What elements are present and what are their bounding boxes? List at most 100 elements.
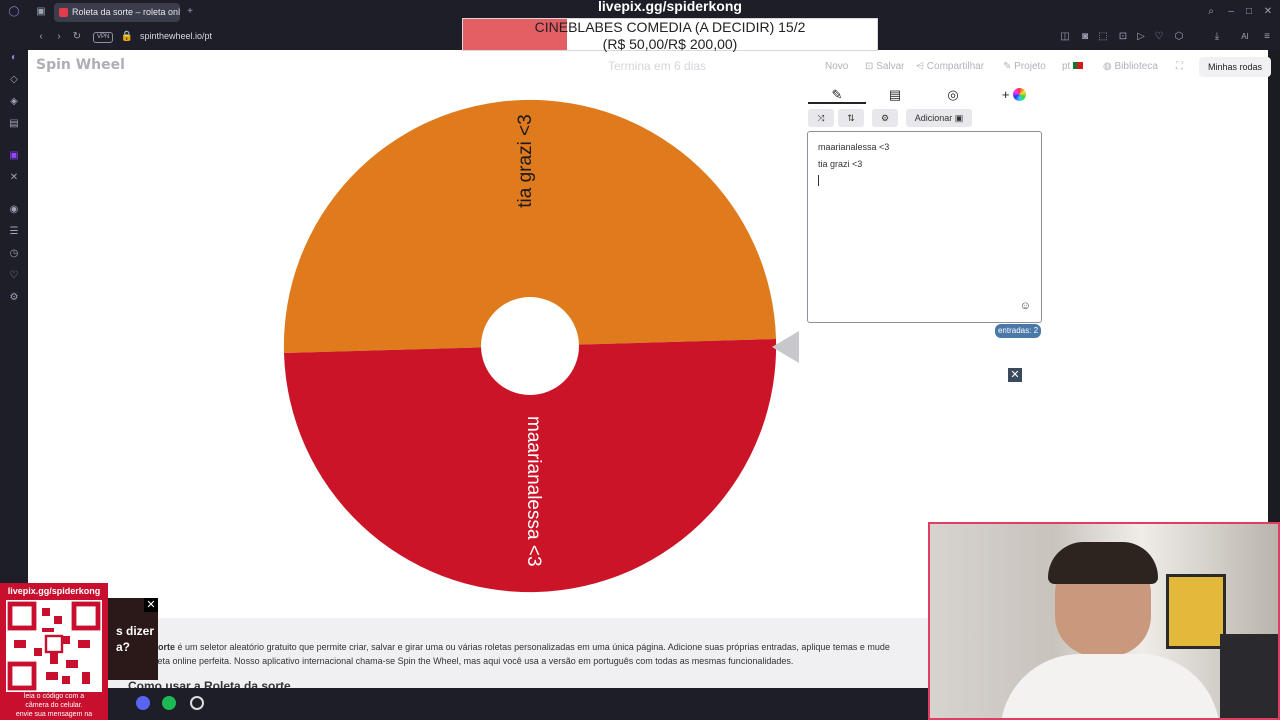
description-line-2: a roleta online perfeita. Nosso aplicati… [140, 656, 794, 666]
qr-title: livepix.gg/spiderkong [7, 586, 101, 596]
spotify-icon[interactable] [162, 696, 176, 710]
twitch-icon[interactable]: ▣ [7, 150, 21, 164]
sort-icon[interactable]: ⇅ [838, 109, 864, 127]
qr-instructions-1: leia o código com a [23, 693, 85, 700]
gear-icon[interactable]: ⚙ [872, 109, 898, 127]
download-icon[interactable]: ⤓ [1210, 31, 1224, 45]
overlay-title: livepix.gg/spiderkong [598, 0, 742, 14]
tab-edit-pencil-icon[interactable]: ✎ [808, 86, 866, 104]
back-icon[interactable]: ‹ [34, 31, 48, 45]
nav-share-label: Compartilhar [926, 61, 985, 72]
workspace-icon[interactable]: ◇ [7, 74, 21, 88]
lock-icon: 🔒 [120, 31, 134, 42]
goal-line-2: (R$ 50,00/R$ 200,00) [602, 36, 738, 52]
site-logo[interactable]: Spin Wheel [36, 57, 125, 73]
image-icon: ▣ [954, 113, 964, 123]
search-icon[interactable]: ⌕ [1204, 6, 1218, 20]
entry-line: tia grazi <3 [818, 158, 863, 169]
reload-icon[interactable]: ↻ [70, 31, 84, 45]
qr-instructions-3: envie sua mensagem na [15, 711, 93, 718]
save-icon: ⊡ [865, 61, 877, 72]
description-line-1: da sorte é um seletor aleatório gratuito… [140, 642, 890, 652]
nav-library-button[interactable]: ◍ Biblioteca [1103, 61, 1158, 72]
heart-icon[interactable]: ♡ [1152, 31, 1166, 45]
ends-notice: Termina em 6 dias [608, 59, 707, 73]
menu-icon[interactable]: ≡ [1260, 31, 1274, 45]
ai-icon[interactable]: AI [1238, 31, 1252, 45]
discord-icon[interactable] [136, 696, 150, 710]
history-icon[interactable]: ◷ [7, 248, 21, 262]
add-image-label: Adicionar [914, 113, 953, 123]
tab-islands-icon[interactable]: ▣ [34, 6, 48, 20]
person-hair [1048, 542, 1158, 584]
add-image-button[interactable]: Adicionar ▣ [906, 109, 972, 127]
portugal-flag-icon [1073, 62, 1084, 69]
minimize-icon[interactable]: – [1224, 6, 1238, 20]
bookmarks-icon[interactable]: ♡ [7, 270, 21, 284]
messenger-icon[interactable]: ◈ [7, 96, 21, 110]
entries-textarea[interactable]: maarianalessa <3 tia grazi <3 ☺ [807, 131, 1042, 323]
nav-share-button[interactable]: ⩤ Compartilhar [916, 61, 984, 72]
share-icon: ⩤ [916, 61, 927, 72]
segment-label-maarianalessa: maarianalessa <3 [523, 416, 544, 567]
nav-project-button[interactable]: ✎ Projeto [1003, 61, 1046, 72]
wheel-center[interactable] [481, 297, 579, 395]
nav-save-label: Salvar [876, 61, 905, 72]
x-icon[interactable]: ✕ [7, 172, 21, 186]
capture-icon[interactable]: ⬚ [1096, 31, 1110, 45]
promo-text-1: s dizer [116, 624, 155, 638]
aria-icon[interactable]: ◐ [7, 52, 21, 66]
nav-language-button[interactable]: pt [1062, 61, 1084, 72]
tabs-icon[interactable]: ☰ [7, 226, 21, 240]
segment-label-tia-grazi: tia grazi <3 [515, 114, 536, 207]
jersey-frame [1166, 574, 1226, 649]
shuffle-icon[interactable]: ⤨ [808, 109, 834, 127]
play-icon[interactable]: ▷ [1134, 31, 1148, 45]
settings-icon[interactable]: ⚙ [7, 292, 21, 306]
tab-clipboard-icon[interactable]: ▤ [866, 86, 924, 104]
webcam-feed [928, 522, 1280, 720]
nav-library-label: Biblioteca [1114, 61, 1158, 72]
close-ad-icon[interactable]: ✕ [1008, 368, 1022, 382]
close-window-icon[interactable]: ✕ [1261, 6, 1275, 20]
goal-line-1: CINEBLABES COMEDIA (A DECIDIR) 15/2 [534, 19, 806, 35]
promo-text-2: a? [116, 640, 131, 654]
opera-logo-icon[interactable]: ◯ [7, 6, 21, 20]
promo-card: s dizer a? ✕ [108, 598, 158, 680]
fullscreen-icon[interactable]: ⛶ [1176, 61, 1183, 72]
maximize-icon[interactable]: □ [1242, 6, 1256, 20]
promo-close-icon[interactable]: ✕ [144, 598, 158, 612]
qr-instructions-2: câmera do celular. [25, 702, 83, 709]
url-text[interactable]: spinthewheel.io/pt [140, 31, 212, 41]
tab-add-color-icon[interactable]: + [985, 86, 1043, 104]
my-wheels-button[interactable]: Minhas rodas [1199, 57, 1271, 77]
entry-line: maarianalessa <3 [818, 142, 890, 152]
nav-new-button[interactable]: Novo [825, 61, 848, 72]
new-tab-plus-icon[interactable]: + [183, 6, 197, 20]
vpn-badge[interactable]: VPN [93, 32, 114, 43]
tab-title: Roleta da sorte – roleta onl [72, 7, 180, 17]
qr-code-icon [6, 600, 102, 692]
description-text-1: é um seletor aleatório gratuito que perm… [175, 642, 890, 652]
site-description [28, 618, 928, 688]
chair [1220, 634, 1278, 718]
nav-save-button[interactable]: ⊡ Salvar [865, 61, 905, 72]
player-icon[interactable]: ◉ [7, 204, 21, 218]
nav-project-label: Projeto [1014, 61, 1046, 72]
wheel[interactable]: tia grazi <3 maarianalessa <3 [280, 96, 800, 598]
tab-spinthewheel[interactable]: Roleta da sorte – roleta onl [54, 3, 180, 22]
app-icon[interactable] [190, 696, 204, 710]
camera-icon[interactable]: ◙ [1078, 31, 1092, 45]
emoji-icon[interactable]: ☺ [1020, 298, 1031, 315]
extensions-icon[interactable]: ⬡ [1172, 31, 1186, 45]
nav-language-label: pt [1062, 61, 1071, 72]
tab-hide-eye-icon[interactable]: ◎ [924, 86, 982, 104]
globe-icon: ◍ [1103, 61, 1115, 72]
text-cursor [818, 175, 819, 186]
entries-count-badge: entradas: 2 [995, 324, 1041, 338]
color-wheel-icon [1013, 88, 1027, 101]
sidebar-toggle-icon[interactable]: ◫ [1058, 31, 1072, 45]
forward-icon[interactable]: › [52, 31, 66, 45]
mail-icon[interactable]: ▤ [7, 118, 21, 132]
pin-icon[interactable]: ⊡ [1116, 31, 1130, 45]
